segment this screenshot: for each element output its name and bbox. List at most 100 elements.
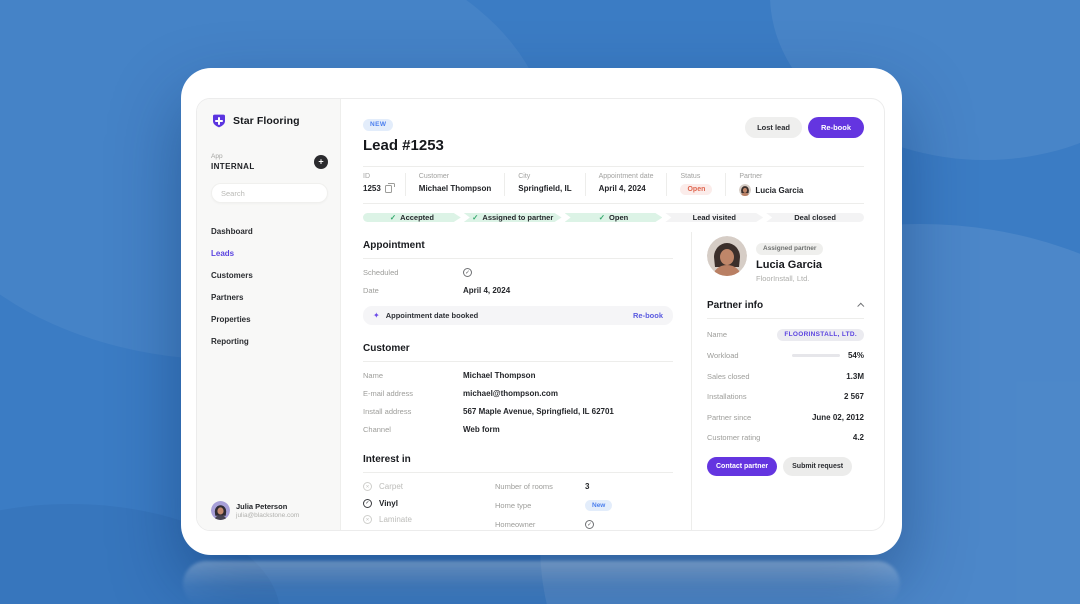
sidebar-item-leads[interactable]: Leads xyxy=(211,249,328,258)
brand-name: Star Flooring xyxy=(233,115,300,127)
lead-header: NEW Lead #1253 Lost lead Re-book xyxy=(363,113,864,154)
partner-field-workload: Workload 54% xyxy=(707,350,864,361)
contact-partner-button[interactable]: Contact partner xyxy=(707,457,777,476)
sidebar-item-reporting[interactable]: Reporting xyxy=(211,337,328,346)
app-window: Star Flooring App INTERNAL Dashboard Lea… xyxy=(181,68,902,555)
check-circle-icon xyxy=(585,520,594,529)
x-circle-icon xyxy=(363,515,372,524)
check-circle-icon xyxy=(363,499,372,508)
appointment-booked-banner: Appointment date booked Re-book xyxy=(363,306,673,325)
partner-company: FloorInstall, Ltd. xyxy=(756,274,823,283)
brand-logo-icon xyxy=(211,113,227,129)
interest-options: Carpet Vinyl Laminate Vinyl planks Hybri… xyxy=(363,475,495,530)
copy-icon[interactable] xyxy=(385,185,392,193)
x-circle-icon xyxy=(363,482,372,491)
check-icon xyxy=(599,213,605,222)
customer-name-row: Name Michael Thompson xyxy=(363,371,673,380)
homeowner-row: Homeowner xyxy=(495,519,673,530)
interest-details: Number of rooms 3 Home type New Homeowne… xyxy=(495,475,673,530)
option-carpet[interactable]: Carpet xyxy=(363,482,495,491)
banner-rebook-link[interactable]: Re-book xyxy=(633,311,663,320)
customer-email-row: E-mail address michael@thompson.com xyxy=(363,389,673,398)
partner-info-header[interactable]: Partner info xyxy=(707,300,864,319)
step-deal-closed: Deal closed xyxy=(766,213,864,222)
lead-id: 1253 xyxy=(363,184,381,193)
step-open: Open xyxy=(565,213,663,222)
partner-avatar-large xyxy=(707,236,747,276)
info-cell-city: City Springfield, IL xyxy=(504,173,584,196)
assigned-partner-badge: Assigned partner xyxy=(756,243,823,255)
lead-details-column: Appointment Scheduled Date April 4, 2024… xyxy=(363,232,692,530)
partner-panel: Assigned partner Lucia Garcia FloorInsta… xyxy=(692,232,864,530)
partner-field-customer-rating: Customer rating 4.2 xyxy=(707,432,864,443)
appointment-section-title: Appointment xyxy=(363,232,673,259)
customer-section-title: Customer xyxy=(363,335,673,362)
option-vinyl[interactable]: Vinyl xyxy=(363,499,495,508)
new-badge: NEW xyxy=(363,119,393,131)
partner-info-title: Partner info xyxy=(707,300,763,311)
partner-company-badge: FLOORINSTALL, LTD. xyxy=(777,329,864,341)
user-avatar xyxy=(211,501,230,520)
home-type-row: Home type New xyxy=(495,500,673,511)
customer-channel-row: Channel Web form xyxy=(363,425,673,434)
add-app-button[interactable] xyxy=(314,155,328,169)
sidebar-menu: Dashboard Leads Customers Partners Prope… xyxy=(211,227,328,493)
user-email: julia@blackstone.com xyxy=(236,512,299,519)
partner-field-installations: Installations 2 567 xyxy=(707,391,864,402)
sidebar-item-dashboard[interactable]: Dashboard xyxy=(211,227,328,236)
window-reflection xyxy=(183,561,900,604)
step-lead-visited: Lead visited xyxy=(665,213,763,222)
partner-field-name: Name FLOORINSTALL, LTD. xyxy=(707,329,864,341)
lead-progress-steps: Accepted Assigned to partner Open Lead v… xyxy=(363,213,864,222)
app-frame: Star Flooring App INTERNAL Dashboard Lea… xyxy=(196,98,885,531)
app-selector-value: INTERNAL xyxy=(211,162,314,171)
customer-address-row: Install address 567 Maple Avenue, Spring… xyxy=(363,407,673,416)
step-assigned-to-partner: Assigned to partner xyxy=(464,213,562,222)
check-circle-icon xyxy=(463,268,472,277)
status-badge: Open xyxy=(680,184,712,195)
search-input[interactable] xyxy=(221,189,318,198)
info-cell-id: ID 1253 xyxy=(363,173,405,196)
city-value: Springfield, IL xyxy=(518,184,571,193)
partner-name: Lucia Garcia xyxy=(756,259,823,271)
home-type-badge: New xyxy=(585,500,612,511)
partner-field-partner-since: Partner since June 02, 2012 xyxy=(707,412,864,423)
workload-progress-bar xyxy=(792,354,840,357)
lost-lead-button[interactable]: Lost lead xyxy=(745,117,802,138)
user-name: Julia Peterson xyxy=(236,502,299,511)
user-profile[interactable]: Julia Peterson julia@blackstone.com xyxy=(211,493,328,520)
sidebar-item-properties[interactable]: Properties xyxy=(211,315,328,324)
page-title: Lead #1253 xyxy=(363,137,444,154)
sidebar: Star Flooring App INTERNAL Dashboard Lea… xyxy=(197,99,341,530)
main-content: NEW Lead #1253 Lost lead Re-book ID 1253… xyxy=(341,99,884,530)
sidebar-item-customers[interactable]: Customers xyxy=(211,271,328,280)
search-box xyxy=(211,183,328,203)
sparkle-icon xyxy=(373,311,380,320)
info-cell-appointment-date: Appointment date April 4, 2024 xyxy=(585,173,667,196)
check-icon xyxy=(390,213,396,222)
rooms-row: Number of rooms 3 xyxy=(495,481,673,492)
appointment-date-value: April 4, 2024 xyxy=(599,184,654,193)
check-icon xyxy=(472,213,478,222)
banner-text: Appointment date booked xyxy=(386,311,627,320)
brand: Star Flooring xyxy=(211,113,328,129)
partner-header: Assigned partner Lucia Garcia FloorInsta… xyxy=(707,236,864,283)
partner-avatar-small xyxy=(739,184,751,196)
partner-field-sales-closed: Sales closed 1.3M xyxy=(707,371,864,382)
partner-name-small: Lucia Garcia xyxy=(755,186,803,195)
app-selector: App INTERNAL xyxy=(211,153,328,171)
sidebar-item-partners[interactable]: Partners xyxy=(211,293,328,302)
info-cell-customer: Customer Michael Thompson xyxy=(405,173,504,196)
info-cell-partner: Partner Lucia Garcia xyxy=(725,173,816,196)
date-value: April 4, 2024 xyxy=(463,286,510,295)
scheduled-row: Scheduled xyxy=(363,268,673,277)
app-selector-label: App xyxy=(211,153,314,160)
chevron-up-icon xyxy=(857,303,864,310)
submit-request-button[interactable]: Submit request xyxy=(783,457,852,476)
info-cell-status: Status Open xyxy=(666,173,725,196)
lead-info-bar: ID 1253 Customer Michael Thompson City S… xyxy=(363,166,864,204)
option-laminate[interactable]: Laminate xyxy=(363,515,495,524)
rebook-button[interactable]: Re-book xyxy=(808,117,864,138)
date-row: Date April 4, 2024 xyxy=(363,286,673,295)
customer-name: Michael Thompson xyxy=(419,184,491,193)
